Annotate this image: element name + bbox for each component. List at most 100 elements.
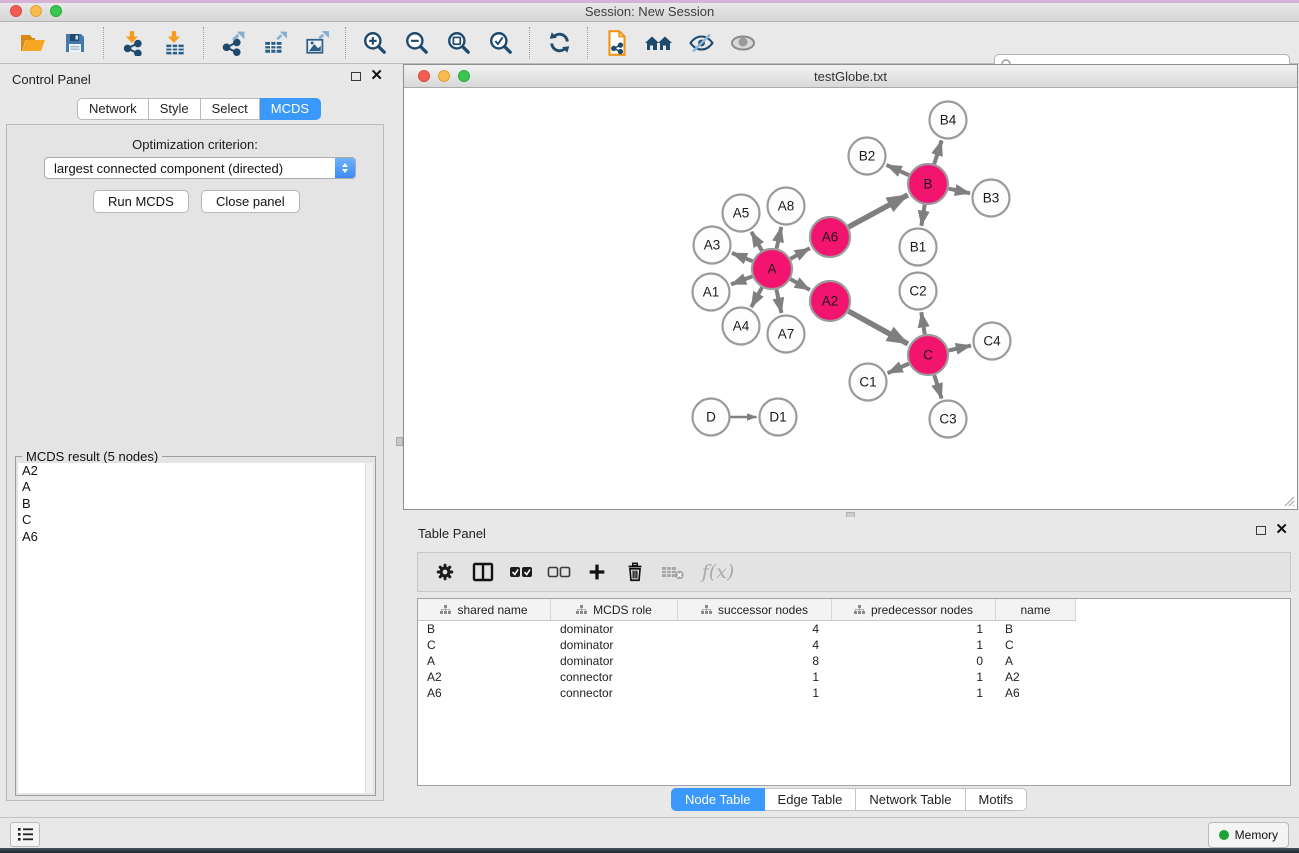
open-session-button[interactable]: [12, 25, 54, 61]
graph-edge-A-A2[interactable]: [790, 279, 809, 290]
run-mcds-button[interactable]: Run MCDS: [93, 190, 189, 213]
resize-grip-icon[interactable]: [1281, 493, 1295, 507]
graph-edge-A-A1[interactable]: [731, 276, 752, 284]
zoom-out-button[interactable]: [396, 25, 438, 61]
tab-node-table[interactable]: Node Table: [671, 788, 765, 811]
graph-edge-B-B2[interactable]: [887, 165, 909, 175]
result-list-item[interactable]: A: [18, 479, 373, 495]
graph-edge-B-B4[interactable]: [934, 141, 941, 164]
tab-edge-table[interactable]: Edge Table: [765, 788, 857, 811]
export-network-button[interactable]: [212, 25, 254, 61]
tab-network-table[interactable]: Network Table: [856, 788, 965, 811]
add-column-button[interactable]: [578, 555, 616, 589]
table-row[interactable]: Cdominator41C: [418, 637, 1290, 653]
zoom-in-button[interactable]: [354, 25, 396, 61]
apply-function-button[interactable]: f(x): [692, 555, 744, 589]
column-header-label: MCDS role: [593, 603, 652, 617]
column-header-name[interactable]: name: [996, 599, 1076, 620]
fx-icon: f(x): [702, 561, 735, 583]
deselect-all-button[interactable]: [540, 555, 578, 589]
window-title: Session: New Session: [0, 4, 1299, 19]
toolbar-separator: [203, 27, 205, 59]
mcds-result-title: MCDS result (5 nodes): [22, 449, 162, 464]
control-panel-title: Control Panel: [12, 72, 91, 87]
task-list-icon: [18, 828, 33, 841]
tab-mcds[interactable]: MCDS: [260, 98, 321, 120]
export-table-button[interactable]: [254, 25, 296, 61]
graph-node-label: B1: [910, 240, 927, 255]
graph-edge-A-A8[interactable]: [777, 227, 782, 249]
table-row[interactable]: A6connector11A6: [418, 685, 1290, 701]
column-header-successor-nodes[interactable]: successor nodes: [678, 599, 832, 620]
table-header-row: shared name MCDS role successor nodesprede…: [418, 599, 1076, 621]
table-settings-button[interactable]: [426, 555, 464, 589]
tab-select[interactable]: Select: [201, 98, 260, 120]
hide-graphics-details-button[interactable]: [680, 25, 722, 61]
zoom-in-icon: [362, 30, 388, 56]
import-table-icon: [162, 30, 188, 56]
graph-edge-A-A3[interactable]: [732, 253, 753, 261]
result-list-item[interactable]: A6: [18, 529, 373, 545]
table-row[interactable]: A2connector11A2: [418, 669, 1290, 685]
export-image-button[interactable]: [296, 25, 338, 61]
tab-network[interactable]: Network: [77, 98, 149, 120]
close-panel-icon[interactable]: ✕: [370, 71, 383, 81]
column-header-shared-name[interactable]: shared name: [418, 599, 551, 620]
float-panel-icon[interactable]: [1256, 526, 1266, 535]
refresh-button[interactable]: [538, 25, 580, 61]
table-row[interactable]: Adominator80A: [418, 653, 1290, 669]
graph-edge-C-C4[interactable]: [949, 346, 971, 351]
graph-edge-C-C1[interactable]: [888, 364, 909, 374]
import-network-button[interactable]: [112, 25, 154, 61]
graph-edge-A6-B[interactable]: [848, 195, 907, 227]
graph-edge-A-A5[interactable]: [751, 232, 761, 251]
table-row[interactable]: Bdominator41B: [418, 621, 1290, 637]
column-header-MCDS-role[interactable]: MCDS role: [551, 599, 678, 620]
network-canvas[interactable]: B4B2BB3A5A8A6A3B1AC2A1A2A4A7C4CC1C3DD1: [405, 88, 1296, 508]
graph-edge-B-B1[interactable]: [921, 205, 924, 226]
network-from-document-button[interactable]: [596, 25, 638, 61]
zoom-selected-button[interactable]: [480, 25, 522, 61]
graph-edge-A-A6[interactable]: [790, 248, 809, 259]
birdseye-eye-icon: [729, 32, 757, 54]
select-all-button[interactable]: [502, 555, 540, 589]
graph-node-label: D: [706, 410, 716, 425]
graph-node-label: A: [767, 262, 776, 277]
graph-edge-B-B3[interactable]: [948, 189, 970, 194]
criterion-dropdown[interactable]: largest connected component (directed): [44, 157, 356, 179]
export-network-icon: [220, 30, 246, 56]
close-panel-button[interactable]: Close panel: [201, 190, 300, 213]
graph-edge-A2-C[interactable]: [848, 311, 907, 344]
zoom-out-icon: [404, 30, 430, 56]
home-button[interactable]: [638, 25, 680, 61]
delete-table-button[interactable]: [654, 555, 692, 589]
result-list-item[interactable]: B: [18, 496, 373, 512]
float-panel-icon[interactable]: [351, 72, 361, 81]
zoom-fit-button[interactable]: [438, 25, 480, 61]
task-history-button[interactable]: [10, 822, 40, 847]
graph-edge-C-C2[interactable]: [921, 312, 924, 334]
network-window-titlebar[interactable]: testGlobe.txt: [404, 65, 1297, 88]
result-list-item[interactable]: C: [18, 512, 373, 528]
result-list-item[interactable]: A2: [18, 463, 373, 479]
column-header-predecessor-nodes[interactable]: predecessor nodes: [832, 599, 996, 620]
delete-column-button[interactable]: [616, 555, 654, 589]
vertical-split-grip[interactable]: [396, 437, 403, 446]
column-layout-button[interactable]: [464, 555, 502, 589]
save-disk-icon: [63, 31, 87, 55]
table-panel-title: Table Panel: [418, 526, 486, 541]
birdseye-view-button[interactable]: [722, 25, 764, 61]
graph-edge-C-C3[interactable]: [934, 375, 941, 398]
memory-button[interactable]: Memory: [1208, 822, 1289, 848]
save-session-button[interactable]: [54, 25, 96, 61]
graph-edge-A-A4[interactable]: [751, 287, 762, 307]
tab-style[interactable]: Style: [149, 98, 201, 120]
close-panel-icon[interactable]: ✕: [1275, 525, 1288, 535]
table-toolbar: f(x): [417, 552, 1291, 592]
cell-predecessor-nodes: 1: [832, 622, 996, 636]
tab-motifs[interactable]: Motifs: [966, 788, 1028, 811]
graph-node-label: A3: [704, 238, 721, 253]
import-table-button[interactable]: [154, 25, 196, 61]
result-list-scrollbar[interactable]: [365, 463, 373, 793]
graph-edge-A-A7[interactable]: [776, 290, 781, 313]
